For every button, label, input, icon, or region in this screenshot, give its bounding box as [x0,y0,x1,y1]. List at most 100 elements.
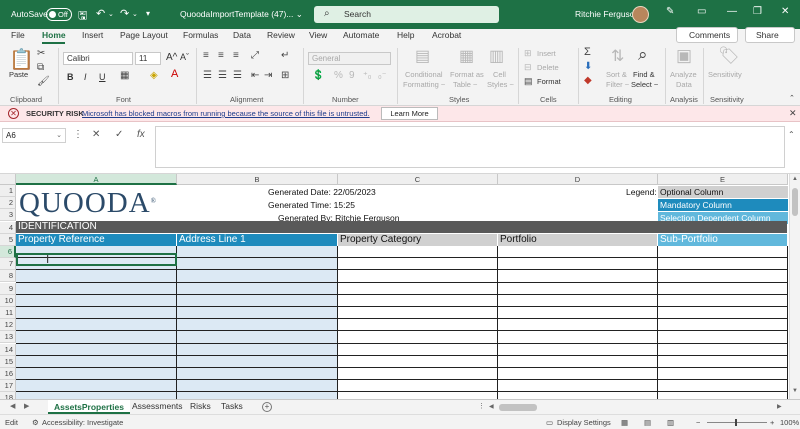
avatar[interactable] [632,6,649,23]
horizontal-scrollbar[interactable]: ◀ ▶ [487,403,787,412]
conditional-formatting-label-2[interactable]: Formatting ~ [403,80,445,89]
cell-e6[interactable] [658,246,788,259]
cell-b11[interactable] [177,307,338,320]
cell-d15[interactable] [498,355,658,368]
cell-e7[interactable] [658,258,788,271]
row-header-10[interactable]: 10 [0,294,16,307]
cell-d17[interactable] [498,380,658,393]
cell-e18[interactable] [658,392,788,399]
find-select-label[interactable]: Find & [633,70,655,79]
row-header-1[interactable]: 1 [0,185,16,197]
cell-e11[interactable] [658,307,788,320]
align-center-icon[interactable]: ☰ [218,70,227,81]
undo-dropdown-icon[interactable]: ⌄ [108,10,114,18]
align-middle-icon[interactable]: ≡ [218,50,224,61]
cell-c10[interactable] [338,294,498,307]
display-settings-button[interactable]: Display Settings [557,418,611,427]
tab-data[interactable]: Data [233,30,251,40]
underline-button[interactable]: U [99,72,106,82]
decrease-decimal-icon[interactable]: ₀⁻ [378,70,387,81]
ribbon-display-icon[interactable]: ▭ [697,6,706,17]
cell-d18[interactable] [498,392,658,399]
row-header-6[interactable]: 6 [0,246,16,258]
tab-acrobat[interactable]: Acrobat [432,30,461,40]
align-bottom-icon[interactable]: ≡ [233,50,239,61]
sort-filter-label-2[interactable]: Filter ~ [606,80,629,89]
pen-icon[interactable]: ✎ [666,6,674,17]
borders-icon[interactable]: ▦ [120,70,129,81]
font-name-select[interactable]: Calibri [63,52,133,65]
cell-d6[interactable] [498,246,658,259]
collapse-formula-icon[interactable]: ⌃ [788,130,795,139]
format-as-table-icon[interactable]: ▦ [459,46,474,66]
sort-filter-icon[interactable]: ⇅ [611,46,624,66]
more-options-icon[interactable]: ⋮ [73,129,83,140]
copy-icon[interactable]: ⧉ [37,62,44,73]
cell-e17[interactable] [658,380,788,393]
column-header-c[interactable]: C [338,174,498,185]
header-address-line-1[interactable]: Address Line 1 [177,234,338,246]
zoom-level[interactable]: 100% [780,418,799,427]
cell-c15[interactable] [338,355,498,368]
cell-styles-icon[interactable]: ▥ [489,46,504,66]
search-box[interactable]: ⌕ Search [314,6,499,23]
insert-function-icon[interactable]: fx [137,129,145,140]
row-header-7[interactable]: 7 [0,258,16,271]
column-header-a[interactable]: A [16,174,177,185]
scroll-down-icon[interactable]: ▼ [792,388,798,394]
cell-a11[interactable] [16,307,177,320]
user-name[interactable]: Ritchie Ferguson [575,9,639,19]
restore-icon[interactable]: ❐ [753,6,762,17]
sensitivity-label[interactable]: Sensitivity [708,70,742,79]
align-left-icon[interactable]: ☰ [203,70,212,81]
normal-view-icon[interactable]: ▦ [621,418,628,427]
cell-a18[interactable] [16,392,177,399]
tab-split-handle-icon[interactable]: ⋮ [478,402,485,410]
worksheet-grid[interactable]: A B C D E 1 2 3 4 5 6 7 8 9 10 11 12 13 14 15 16 17 18 QU… [0,174,800,399]
cell-a15[interactable] [16,355,177,368]
paste-icon[interactable]: 📋 [9,47,34,72]
zoom-out-icon[interactable]: − [696,418,700,427]
column-header-e[interactable]: E [658,174,788,185]
cell-styles-label-2[interactable]: Styles ~ [487,80,514,89]
header-sub-portfolio[interactable]: Sub-Portfolio [658,234,788,246]
sheet-tab-tasks[interactable]: Tasks [221,401,243,411]
percent-icon[interactable]: % [334,70,343,81]
conditional-formatting-label[interactable]: Conditional [405,70,443,79]
next-sheet-icon[interactable]: ▶ [24,402,29,410]
cell-c18[interactable] [338,392,498,399]
save-icon[interactable]: 🖫 [78,7,87,26]
zoom-slider-knob[interactable] [735,419,737,426]
fill-icon[interactable]: ⬇ [584,61,592,72]
name-box[interactable]: A6 ⌄ [2,128,66,143]
cell-c8[interactable] [338,270,498,283]
find-select-icon[interactable]: ⌕ [638,45,648,65]
header-property-reference[interactable]: Property Reference [16,234,177,246]
conditional-formatting-icon[interactable]: ▤ [415,46,430,66]
cell-c9[interactable] [338,282,498,295]
cell-b8[interactable] [177,270,338,283]
cell-e8[interactable] [658,270,788,283]
cell-b12[interactable] [177,319,338,332]
page-layout-view-icon[interactable]: ▤ [644,418,651,427]
cell-d12[interactable] [498,319,658,332]
cell-a13[interactable] [16,331,177,344]
tab-help[interactable]: Help [397,30,414,40]
row-header-16[interactable]: 16 [0,368,16,380]
scroll-thumb[interactable] [499,404,537,411]
tab-formulas[interactable]: Formulas [183,30,218,40]
minimize-icon[interactable]: — [727,6,737,17]
scroll-up-icon[interactable]: ▲ [792,176,798,182]
cell-e9[interactable] [658,282,788,295]
redo-dropdown-icon[interactable]: ⌄ [132,10,138,18]
cell-b7[interactable] [177,258,338,271]
row-header-15[interactable]: 15 [0,355,16,368]
row-header-12[interactable]: 12 [0,319,16,332]
security-message-link[interactable]: Microsoft has blocked macros from runnin… [82,109,370,118]
insert-label[interactable]: Insert [537,49,556,58]
cell-a12[interactable] [16,319,177,332]
delete-label[interactable]: Delete [537,63,559,72]
customize-icon[interactable]: ▾ [146,9,150,18]
zoom-in-icon[interactable]: + [770,418,774,427]
prev-sheet-icon[interactable]: ◀ [10,402,15,410]
